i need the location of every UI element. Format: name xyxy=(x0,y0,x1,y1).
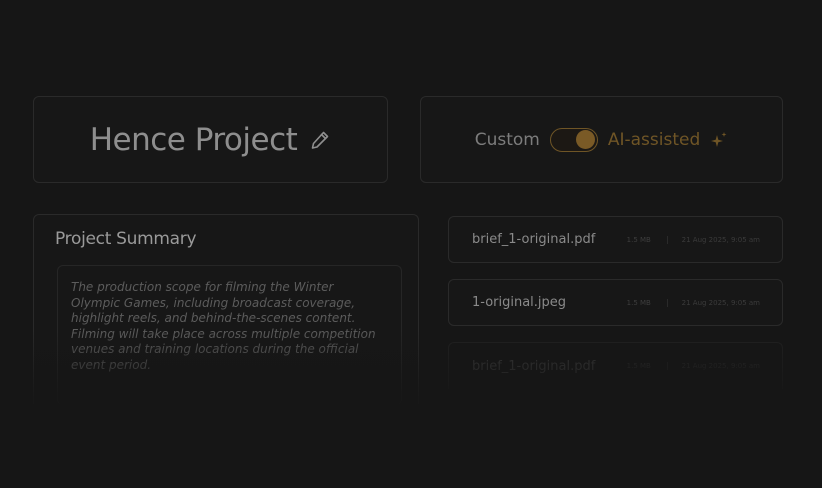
file-size: 1.5 MB xyxy=(627,298,668,307)
summary-text: The production scope for filming the Win… xyxy=(71,280,376,372)
file-date: 21 Aug 2025, 9:05 am xyxy=(681,235,760,244)
pencil-icon[interactable] xyxy=(309,129,331,151)
mode-toggle[interactable] xyxy=(549,127,598,152)
project-title: Hence Project xyxy=(89,121,298,158)
mode-custom-label[interactable]: Custom xyxy=(475,130,540,150)
mode-ai-assisted-label[interactable]: AI-assisted xyxy=(608,130,700,150)
file-name: 1-original.jpeg xyxy=(472,295,567,310)
file-name: brief_1-original.pdf xyxy=(472,358,596,374)
summary-textarea[interactable]: The production scope for filming the Win… xyxy=(57,265,402,405)
file-row[interactable]: 1-original.jpeg 1.5 MB 21 Aug 2025, 9:05… xyxy=(448,279,783,326)
file-row[interactable]: brief_1-original.pdf 1.5 MB 21 Aug 2025,… xyxy=(448,342,783,389)
file-size: 1.5 MB xyxy=(627,235,668,244)
project-title-card: Hence Project xyxy=(33,96,388,183)
sparkle-icon xyxy=(710,131,728,149)
file-row[interactable]: brief_1-original.pdf 1.5 MB 21 Aug 2025,… xyxy=(448,216,783,263)
file-size: 1.5 MB xyxy=(627,362,668,370)
file-date: 21 Aug 2025, 9:05 am xyxy=(681,362,760,370)
project-summary-card: Project Summary The production scope for… xyxy=(33,214,419,405)
file-name: brief_1-original.pdf xyxy=(472,232,596,247)
file-date: 21 Aug 2025, 9:05 am xyxy=(681,298,760,307)
toggle-knob xyxy=(575,130,595,149)
summary-title: Project Summary xyxy=(55,229,197,249)
mode-selector-card: Custom AI-assisted xyxy=(420,96,783,183)
